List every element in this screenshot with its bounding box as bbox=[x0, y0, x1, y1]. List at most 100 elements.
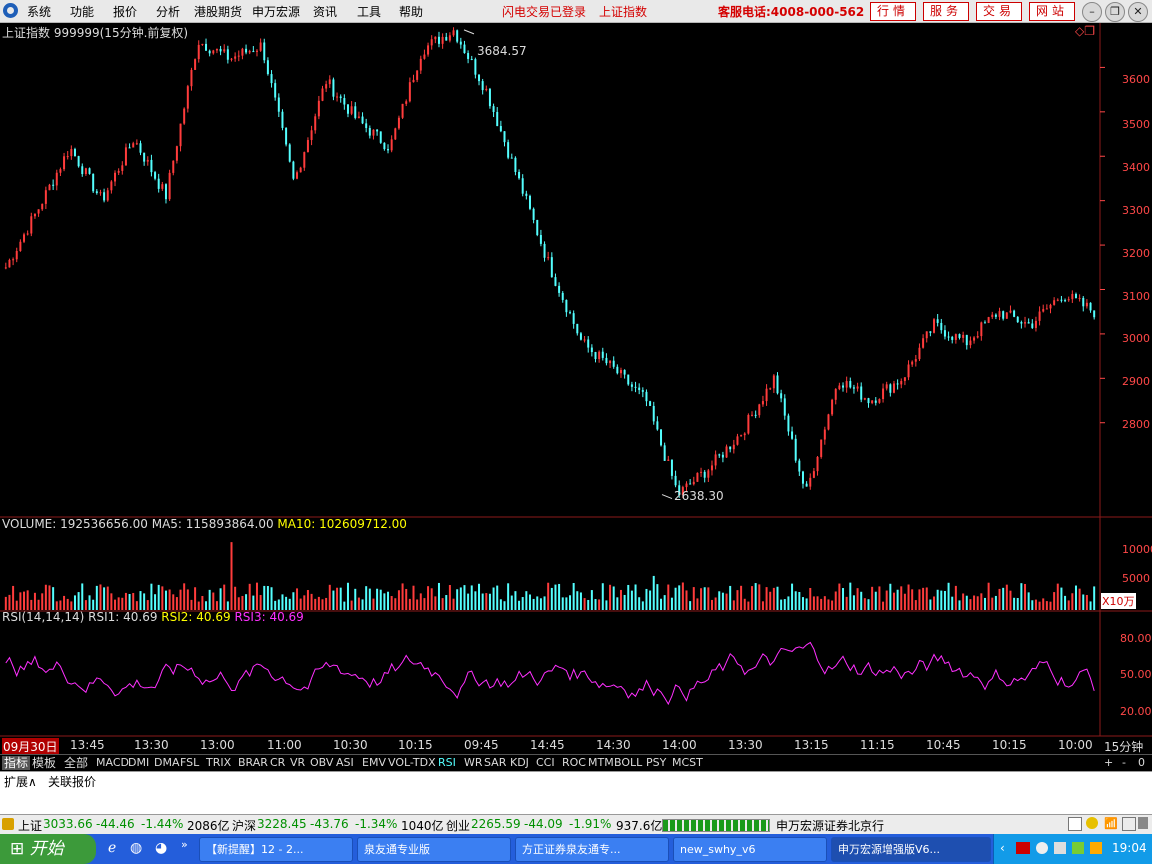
candle-body bbox=[780, 393, 783, 399]
tab-template[interactable]: 模板 bbox=[32, 756, 56, 770]
candle-body bbox=[976, 336, 979, 338]
candle-body bbox=[627, 374, 630, 385]
candle-body bbox=[761, 401, 764, 405]
candle-body bbox=[33, 213, 36, 217]
menu-function[interactable]: 功能 bbox=[70, 3, 94, 20]
chart-area[interactable] bbox=[0, 23, 1152, 755]
start-button[interactable]: ⊞ 开始 bbox=[0, 834, 96, 864]
tab-obv[interactable]: OBV bbox=[310, 756, 333, 770]
service-button[interactable]: 服务 bbox=[923, 2, 969, 21]
tab-mtm[interactable]: MTM bbox=[588, 756, 614, 770]
volume-bar bbox=[255, 582, 258, 610]
app-logo-icon bbox=[3, 3, 18, 18]
zoom-out-button[interactable]: - bbox=[1122, 756, 1126, 770]
minimize-icon[interactable]: – bbox=[1082, 2, 1102, 22]
zoom-in-button[interactable]: + bbox=[1104, 756, 1113, 770]
volume-bar bbox=[448, 584, 451, 610]
task-folder[interactable]: new_swhy_v6 bbox=[673, 837, 827, 862]
y-tick: 3400 bbox=[1122, 161, 1150, 174]
index-link[interactable]: 上证指数 bbox=[599, 3, 647, 20]
website-button[interactable]: 网站 bbox=[1029, 2, 1075, 21]
market-button[interactable]: 行情 bbox=[870, 2, 916, 21]
tray-icon-b[interactable] bbox=[1054, 842, 1066, 854]
settings-icon[interactable] bbox=[1138, 817, 1148, 829]
tab-mcst[interactable]: MCST bbox=[672, 756, 703, 770]
restore-icon[interactable]: ❐ bbox=[1105, 2, 1125, 22]
volume-icon[interactable] bbox=[1090, 842, 1102, 854]
candle-body bbox=[576, 323, 579, 334]
candle-body bbox=[124, 147, 127, 166]
volume-bar bbox=[525, 591, 528, 610]
period-selector[interactable]: 15分钟 bbox=[1104, 738, 1143, 755]
tab-macd[interactable]: MACD bbox=[96, 756, 129, 770]
tray-icon-a[interactable] bbox=[1036, 842, 1048, 854]
browser-icon[interactable]: ◍ bbox=[130, 840, 142, 856]
candle-body bbox=[161, 184, 164, 189]
menu-analysis[interactable]: 分析 bbox=[156, 3, 180, 20]
tray-icon-c[interactable] bbox=[1072, 842, 1084, 854]
panel-toggle-icon[interactable]: ◇❐ bbox=[1075, 24, 1095, 38]
volume-bar bbox=[437, 582, 440, 610]
tab-dma[interactable]: DMA bbox=[154, 756, 180, 770]
task-reminder[interactable]: 【新提醒】12 - 2... bbox=[199, 837, 353, 862]
volume-bar bbox=[641, 601, 644, 610]
flag-icon[interactable] bbox=[1016, 842, 1030, 854]
tab-boll[interactable]: BOLL bbox=[614, 756, 642, 770]
tab-rsi[interactable]: RSI bbox=[438, 756, 456, 770]
candle-body bbox=[736, 436, 739, 445]
tab-wr[interactable]: WR bbox=[464, 756, 483, 770]
candle-body bbox=[536, 219, 539, 236]
candle-body bbox=[554, 277, 557, 286]
bell-icon[interactable] bbox=[1086, 817, 1098, 829]
candle-body bbox=[248, 51, 251, 53]
browser2-icon[interactable]: ◕ bbox=[155, 840, 167, 856]
tab-all[interactable]: 全部 bbox=[64, 756, 88, 770]
tray-arrow-icon[interactable]: ‹ bbox=[1000, 841, 1005, 855]
tab-asi[interactable]: ASI bbox=[336, 756, 354, 770]
trade-button[interactable]: 交易 bbox=[976, 2, 1022, 21]
ie-icon[interactable]: ℯ bbox=[108, 840, 116, 856]
candle-body bbox=[943, 330, 946, 337]
vol-unit: X10万 bbox=[1101, 593, 1136, 609]
tab-sar[interactable]: SAR bbox=[484, 756, 506, 770]
tab-vr[interactable]: VR bbox=[290, 756, 305, 770]
candle-body bbox=[903, 377, 906, 381]
volume-bar bbox=[205, 601, 208, 610]
tab-kdj[interactable]: KDJ bbox=[510, 756, 529, 770]
window-icon[interactable] bbox=[1068, 817, 1082, 831]
candle-body bbox=[492, 106, 495, 113]
candle-body bbox=[55, 172, 58, 186]
tab-brar[interactable]: BRAR bbox=[238, 756, 268, 770]
menu-swhy[interactable]: 申万宏源 bbox=[252, 3, 300, 20]
candle-body bbox=[172, 160, 175, 173]
system-tray: ‹ 19:04 bbox=[993, 834, 1152, 864]
tab-fsl[interactable]: FSL bbox=[180, 756, 199, 770]
tab-psy[interactable]: PSY bbox=[646, 756, 666, 770]
task-founder[interactable]: 方正证券泉友通专... bbox=[515, 837, 669, 862]
candle-body bbox=[1027, 322, 1030, 324]
candle-body bbox=[601, 351, 604, 358]
menu-tools[interactable]: 工具 bbox=[357, 3, 381, 20]
tab-vol-tdx[interactable]: VOL-TDX bbox=[388, 756, 436, 770]
task-quanyoutong[interactable]: 泉友通专业版 bbox=[357, 837, 511, 862]
menu-help[interactable]: 帮助 bbox=[399, 3, 423, 20]
task-swhy[interactable]: 申万宏源增强版V6... bbox=[831, 837, 991, 862]
menu-system[interactable]: 系统 bbox=[27, 3, 51, 20]
candle-body bbox=[619, 369, 622, 374]
volume-bar bbox=[943, 590, 946, 610]
tab-cci[interactable]: CCI bbox=[536, 756, 555, 770]
tab-roc[interactable]: ROC bbox=[562, 756, 586, 770]
tab-dmi[interactable]: DMI bbox=[128, 756, 149, 770]
tab-trix[interactable]: TRIX bbox=[206, 756, 231, 770]
reset-button[interactable]: 0 bbox=[1138, 756, 1145, 770]
volume-bar bbox=[892, 592, 895, 610]
tab-emv[interactable]: EMV bbox=[362, 756, 386, 770]
lock-icon[interactable] bbox=[1122, 817, 1136, 831]
more-icon[interactable]: » bbox=[181, 838, 188, 851]
tab-cr[interactable]: CR bbox=[270, 756, 285, 770]
menu-hk-futures[interactable]: 港股期货 bbox=[194, 3, 242, 20]
menu-info[interactable]: 资讯 bbox=[313, 3, 337, 20]
menu-quote[interactable]: 报价 bbox=[113, 3, 137, 20]
close-icon[interactable]: ✕ bbox=[1128, 2, 1148, 22]
tab-indicator[interactable]: 指标 bbox=[2, 756, 31, 770]
